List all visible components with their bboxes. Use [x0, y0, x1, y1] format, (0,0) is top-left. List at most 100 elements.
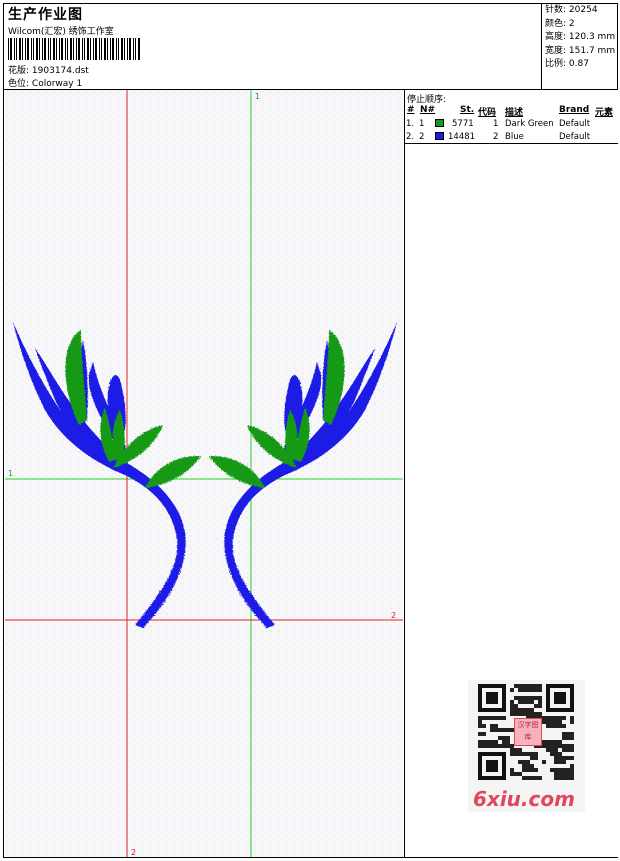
qr-module — [538, 712, 542, 716]
stat-ratio: 比例: 0.87 — [545, 59, 589, 70]
qr-module — [554, 740, 558, 744]
qr-module — [558, 744, 562, 748]
qr-module — [510, 768, 514, 772]
qr-module — [526, 700, 530, 704]
qr-module — [510, 704, 514, 708]
qr-module — [518, 712, 522, 716]
qr-module — [554, 724, 558, 728]
qr-module — [510, 748, 514, 752]
guide-label-h-red: 2 — [391, 611, 396, 620]
col-header-stitches: St. — [460, 105, 475, 115]
qr-module — [566, 768, 570, 772]
stop-sequence-table: 停止顺序: # N# St. 代码 描述 Brand 元素 1. 1 5771 … — [405, 90, 618, 144]
barcode-bar — [16, 38, 17, 60]
qr-module — [522, 708, 526, 712]
guide-label-h-green: 1 — [8, 469, 13, 478]
fabric-background — [5, 90, 403, 857]
qr-module — [550, 748, 554, 752]
qr-module — [534, 756, 538, 760]
qr-module — [554, 752, 558, 756]
qr-module — [510, 708, 514, 712]
barcode-bar — [31, 38, 32, 60]
qr-module — [570, 720, 574, 724]
qr-module — [526, 764, 530, 768]
qr-module — [562, 772, 566, 776]
qr-module — [522, 688, 526, 692]
qr-module — [570, 764, 574, 768]
qr-module — [518, 684, 522, 688]
qr-module — [566, 744, 570, 748]
qr-module — [550, 768, 554, 772]
barcode-bar — [42, 38, 43, 60]
qr-module — [494, 724, 498, 728]
qr-module — [534, 712, 538, 716]
qr-module — [562, 756, 566, 760]
qr-module — [570, 736, 574, 740]
barcode-bar — [70, 38, 72, 60]
qr-module — [566, 772, 570, 776]
qr-module — [482, 732, 486, 736]
qr-module — [566, 776, 570, 780]
qr-module — [506, 744, 510, 748]
qr-module — [518, 708, 522, 712]
qr-module — [526, 760, 530, 764]
barcode-bar — [93, 38, 94, 60]
qr-module — [554, 776, 558, 780]
qr-module — [558, 768, 562, 772]
qr-module — [550, 720, 554, 724]
qr-module — [530, 768, 534, 772]
barcode-bar — [84, 38, 85, 60]
qr-module — [562, 744, 566, 748]
barcode-bar — [138, 38, 140, 60]
qr-module — [482, 724, 486, 728]
qr-module — [530, 712, 534, 716]
company-name: Wilcom(汇宏) 绣饰工作室 — [8, 27, 114, 37]
qr-module — [518, 752, 522, 756]
qr-module — [558, 740, 562, 744]
barcode-bar — [10, 38, 12, 60]
qr-module — [514, 712, 518, 716]
qr-module — [562, 736, 566, 740]
colorway-label: 色位: — [8, 79, 30, 89]
qr-module — [546, 724, 550, 728]
colorway-row: 色位: Colorway 1 — [8, 76, 82, 89]
qr-module — [562, 760, 566, 764]
stop-sequence-title: 停止顺序: — [407, 95, 447, 105]
page-title: 生产作业图 — [8, 7, 83, 23]
qr-center-logo: 汉字图库 — [514, 718, 542, 746]
barcode-bar — [104, 38, 106, 60]
qr-module — [490, 728, 494, 732]
qr-module — [530, 700, 534, 704]
qr-module — [510, 712, 514, 716]
qr-module — [534, 684, 538, 688]
barcode-bar — [22, 38, 23, 60]
qr-module — [554, 744, 558, 748]
qr-module — [518, 688, 522, 692]
qr-module — [562, 748, 566, 752]
qr-module — [518, 748, 522, 752]
qr-module — [570, 776, 574, 780]
qr-module — [570, 716, 574, 720]
qr-module — [522, 700, 526, 704]
qr-module — [490, 744, 494, 748]
qr-module — [514, 748, 518, 752]
qr-module — [538, 704, 542, 708]
qr-module — [526, 712, 530, 716]
qr-module — [566, 732, 570, 736]
qr-module — [526, 752, 530, 756]
qr-module — [514, 684, 518, 688]
qr-module — [526, 684, 530, 688]
qr-module — [530, 696, 534, 700]
design-stats: 针数: 20254 颜色: 2 高度: 120.3 mm 宽度: 151.7 m… — [541, 4, 618, 89]
qr-module — [570, 732, 574, 736]
qr-module — [554, 716, 558, 720]
barcode-bar — [133, 38, 134, 60]
qr-module — [530, 708, 534, 712]
barcode-bar — [27, 38, 29, 60]
barcode-bar — [73, 38, 74, 60]
qr-module — [538, 700, 542, 704]
qr-module — [494, 728, 498, 732]
qr-module — [570, 744, 574, 748]
qr-module — [546, 716, 550, 720]
qr-module — [542, 720, 546, 724]
